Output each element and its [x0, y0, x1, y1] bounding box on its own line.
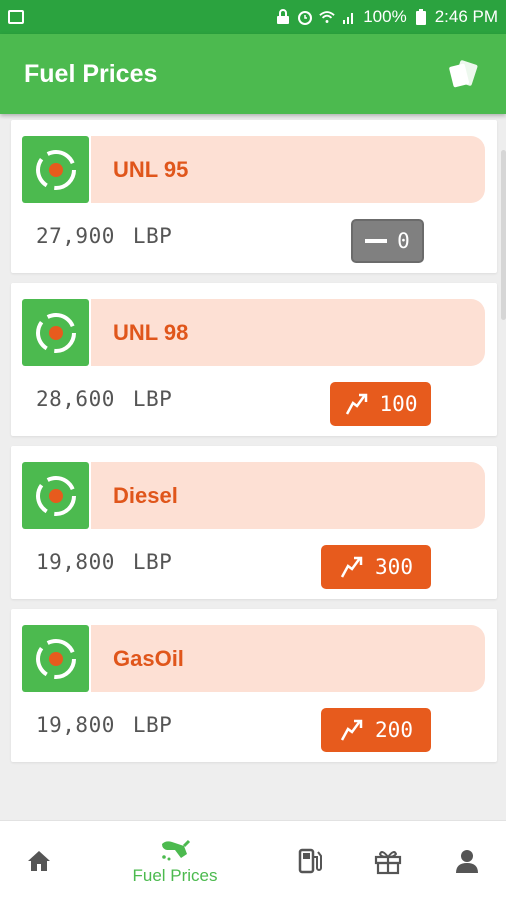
- fuel-name: UNL 98: [113, 319, 189, 345]
- nav-stations[interactable]: [285, 821, 335, 900]
- fuel-card-unl95[interactable]: UNL 95 27,900 LBP 0: [11, 120, 497, 273]
- bottom-nav: Fuel Prices: [0, 820, 506, 900]
- alarm-icon: [297, 9, 313, 25]
- wifi-icon: [319, 9, 335, 25]
- fuel-logo-icon: [22, 462, 89, 529]
- gas-station-icon: [298, 848, 322, 874]
- fuel-card-unl98[interactable]: UNL 98 28,600 LBP 100: [11, 283, 497, 436]
- fuel-price: 27,900: [36, 224, 115, 248]
- gift-icon: [374, 851, 402, 875]
- status-bar: 100% 2:46 PM: [0, 0, 506, 34]
- fuel-logo-icon: [22, 625, 89, 692]
- trend-up-icon: [340, 556, 363, 578]
- price-change-value: 0: [397, 229, 410, 253]
- fuel-price: 19,800: [36, 550, 115, 574]
- nav-fuel-prices[interactable]: Fuel Prices: [112, 821, 238, 900]
- fuel-name: UNL 95: [113, 156, 189, 182]
- fuel-logo-icon: [22, 136, 89, 203]
- price-row: 27,900 LBP: [36, 224, 172, 248]
- price-change-value: 300: [375, 555, 413, 579]
- home-icon: [28, 851, 50, 871]
- price-row: 28,600 LBP: [36, 387, 172, 411]
- flat-trend-icon: [365, 239, 388, 243]
- battery-icon: [413, 9, 429, 25]
- scrollbar[interactable]: [501, 150, 506, 320]
- image-icon: [8, 10, 24, 24]
- fuel-nozzle-icon: [162, 839, 191, 861]
- price-change-badge: 300: [321, 545, 431, 589]
- person-icon: [456, 850, 478, 873]
- price-change-value: 200: [375, 718, 413, 742]
- currency: LBP: [132, 224, 173, 248]
- nav-home[interactable]: [14, 821, 64, 900]
- fuel-name: GasOil: [113, 645, 184, 671]
- trend-up-icon: [340, 719, 363, 741]
- page-title: Fuel Prices: [24, 59, 158, 88]
- app-bar: Fuel Prices: [0, 34, 506, 114]
- cards-icon: [449, 60, 478, 88]
- fuel-name: Diesel: [113, 482, 178, 508]
- fuel-name-banner: GasOil: [91, 625, 485, 692]
- cards-button[interactable]: [446, 56, 482, 92]
- nav-profile[interactable]: [442, 821, 492, 900]
- nav-label-fuel-prices: Fuel Prices: [132, 866, 218, 885]
- battery-percent: 100%: [363, 7, 407, 26]
- fuel-price: 28,600: [36, 387, 115, 411]
- signal-icon: [341, 9, 357, 25]
- price-change-badge: 200: [321, 708, 431, 752]
- price-change-value: 100: [379, 392, 418, 416]
- nav-rewards[interactable]: [363, 821, 413, 900]
- currency: LBP: [132, 713, 173, 737]
- currency: LBP: [132, 387, 173, 411]
- trend-up-icon: [345, 393, 367, 415]
- fuel-card-gasoil[interactable]: GasOil 19,800 LBP 200: [11, 609, 497, 762]
- fuel-price: 19,800: [36, 713, 115, 737]
- fuel-name-banner: UNL 98: [91, 299, 485, 366]
- fuel-logo-icon: [22, 299, 89, 366]
- clock: 2:46 PM: [434, 7, 498, 26]
- fuel-name-banner: Diesel: [91, 462, 485, 529]
- fuel-card-diesel[interactable]: Diesel 19,800 LBP 300: [11, 446, 497, 599]
- fuel-list[interactable]: UNL 95 27,900 LBP 0 UNL 98 28,600 LBP 10…: [0, 114, 506, 820]
- lock-icon: [275, 9, 291, 25]
- price-row: 19,800 LBP: [36, 550, 172, 574]
- price-row: 19,800 LBP: [36, 713, 172, 737]
- price-change-badge: 100: [330, 382, 431, 426]
- fuel-name-banner: UNL 95: [91, 136, 485, 203]
- price-change-badge: 0: [351, 219, 424, 263]
- currency: LBP: [132, 550, 173, 574]
